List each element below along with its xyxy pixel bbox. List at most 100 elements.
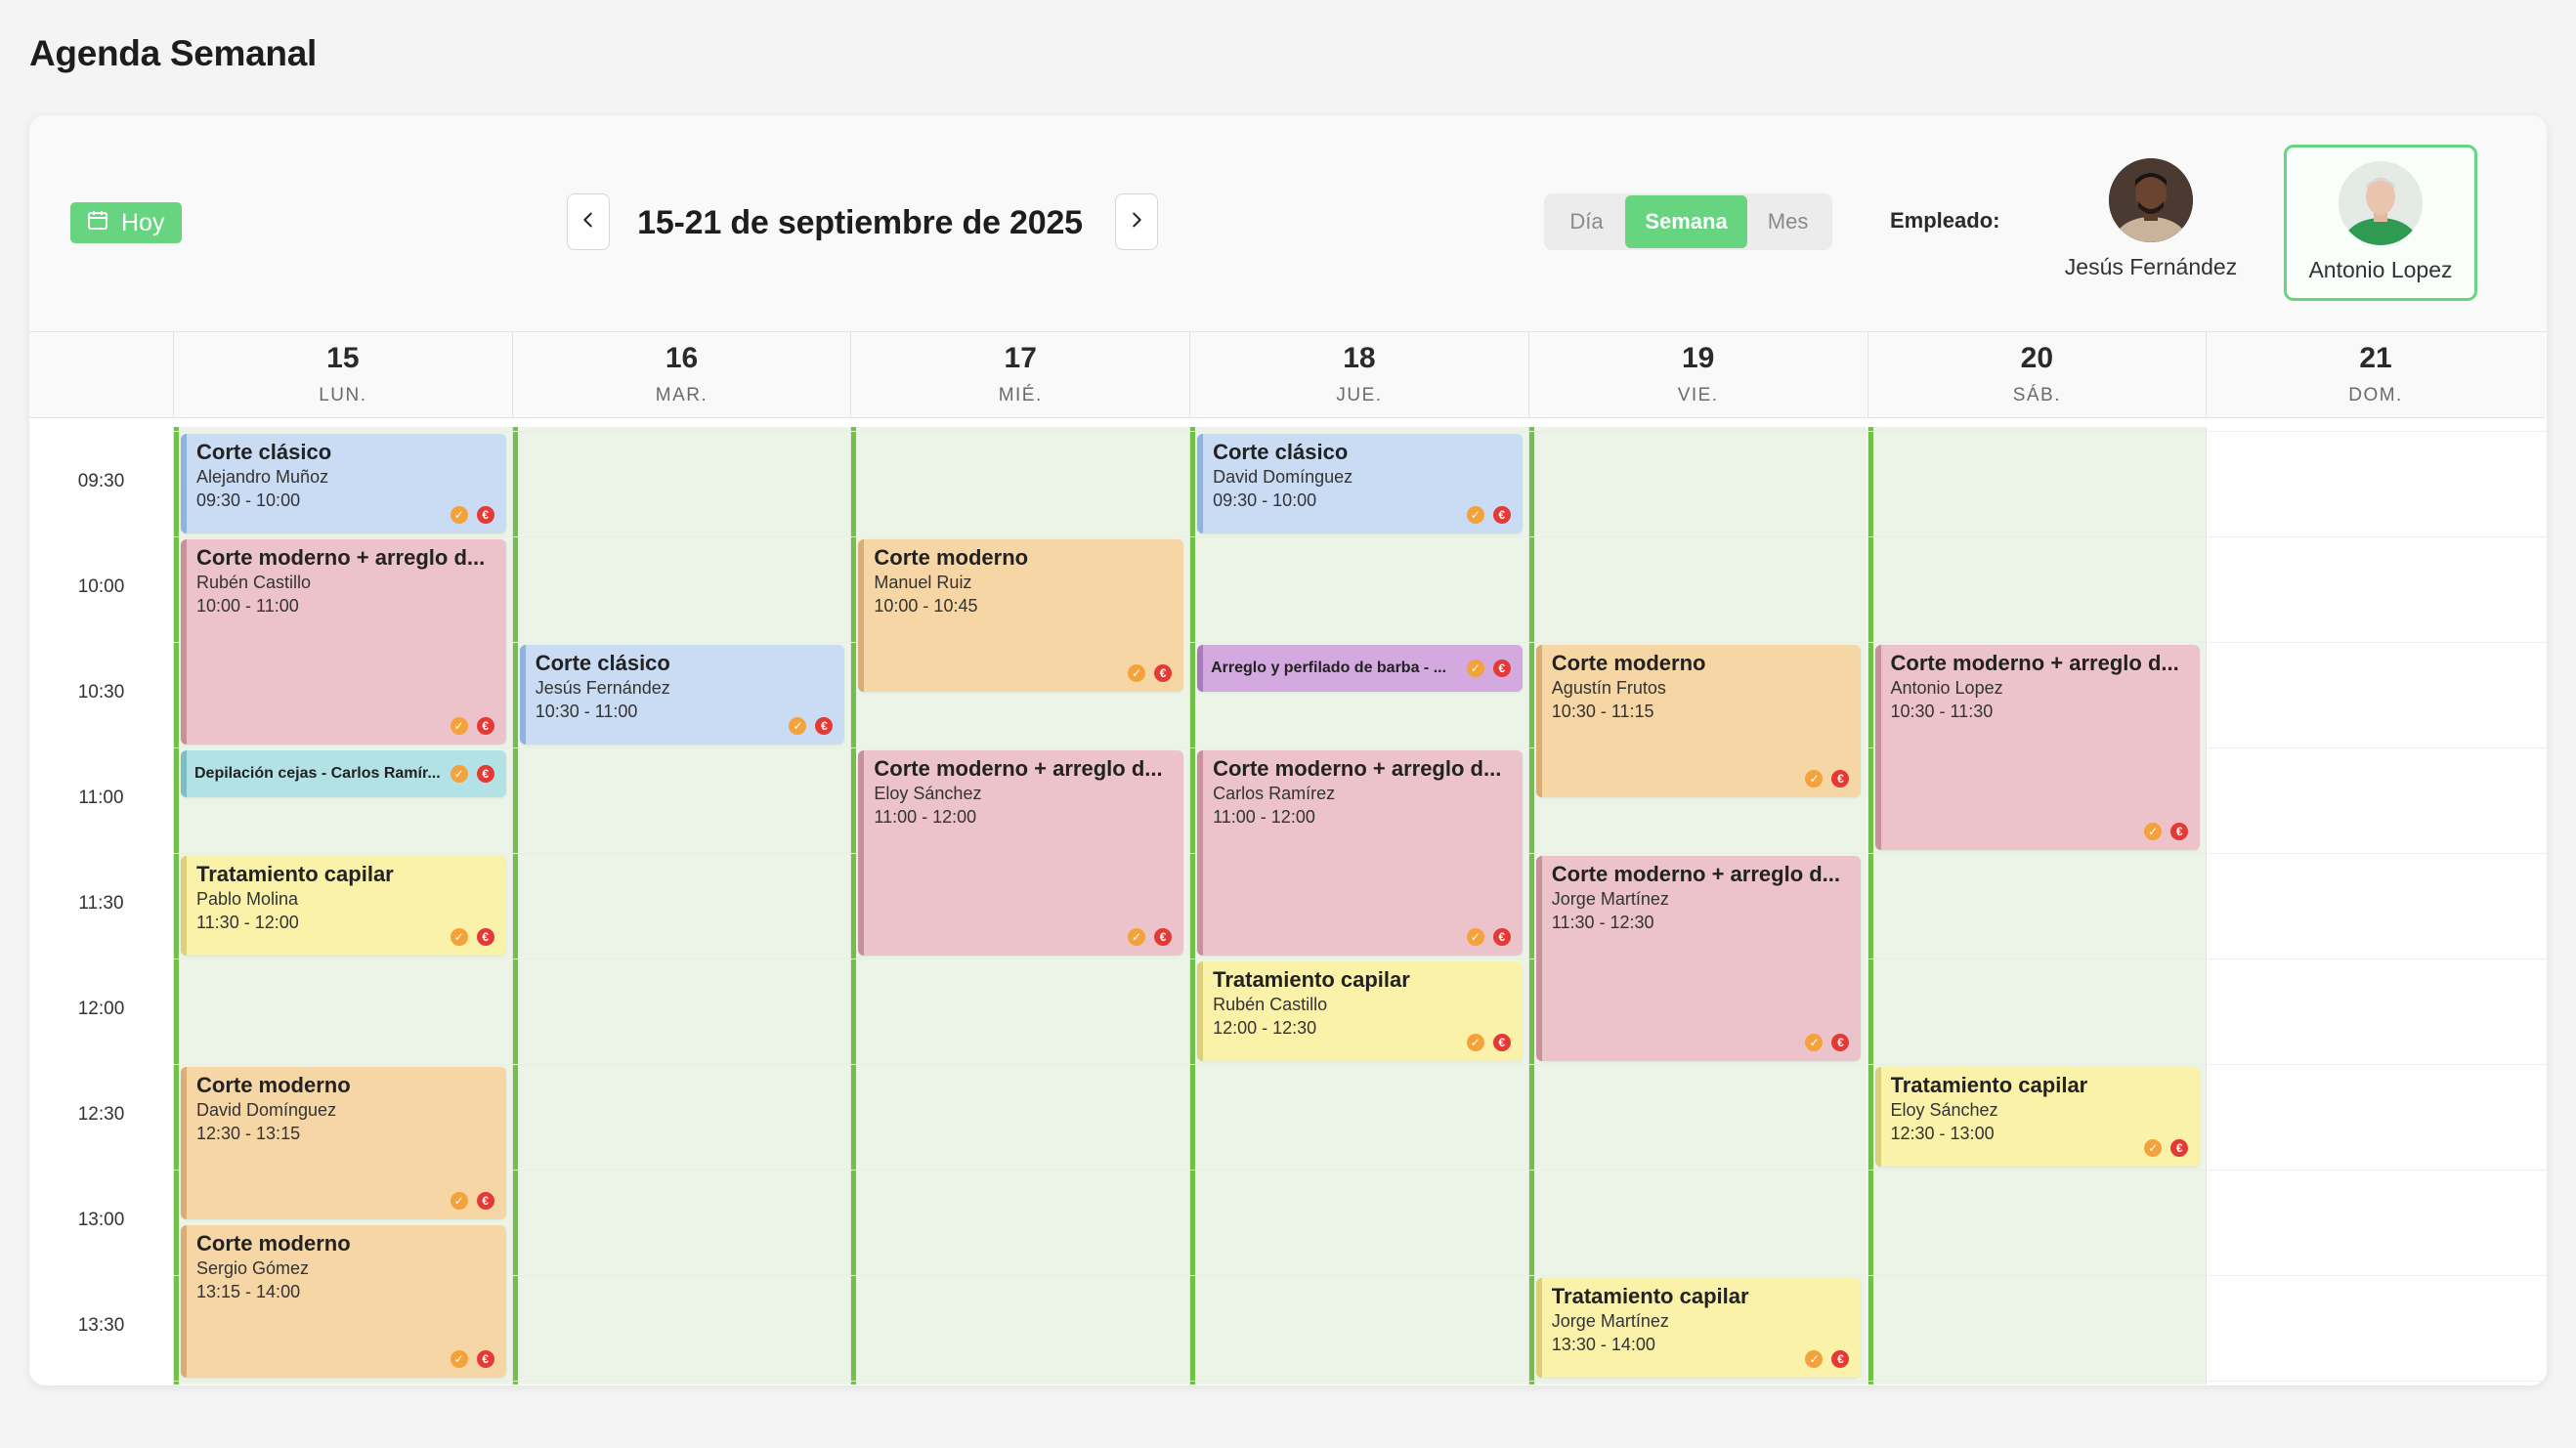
day-number: 16 <box>665 342 699 374</box>
time-label: 10:30 <box>77 682 125 703</box>
day-header-21: 21 DOM. <box>2206 332 2545 418</box>
previous-week-button[interactable] <box>567 193 610 250</box>
day-header-18: 18 JUE. <box>1189 332 1528 418</box>
appointment-status-icons: ✓ € <box>450 1350 494 1368</box>
euro-icon: € <box>2170 1139 2189 1157</box>
appointment-card[interactable]: Corte moderno + arreglo d... Jorge Martín… <box>1535 856 1862 1061</box>
view-week-button[interactable]: Semana <box>1624 195 1748 248</box>
day-name: MAR. <box>655 385 708 405</box>
appointment-status-icons: ✓ € <box>2144 823 2189 840</box>
check-circle-icon: ✓ <box>450 1350 468 1368</box>
slot-divider <box>173 642 2547 643</box>
appointment-time: 10:00 - 10:45 <box>874 596 978 616</box>
calendar-toolbar: Hoy 15-21 de septiembre de 2025 Día Sema… <box>29 115 2547 332</box>
day-column-16[interactable] <box>511 427 851 1384</box>
day-name: JUE. <box>1336 385 1383 405</box>
calendar-card: Hoy 15-21 de septiembre de 2025 Día Sema… <box>29 115 2547 1385</box>
appointment-card[interactable]: Corte moderno + arreglo d... Antonio Lope… <box>1874 645 2201 850</box>
appointment-service: Tratamiento capilar <box>196 862 394 886</box>
appointment-card[interactable]: Arreglo y perfilado de barba - ... ✓ € <box>1197 645 1523 692</box>
check-circle-icon: ✓ <box>450 506 468 524</box>
appointment-client: Carlos Ramírez <box>1213 784 1336 803</box>
appointment-status-icons: ✓ € <box>450 717 494 735</box>
euro-icon: € <box>1154 928 1173 946</box>
appointment-card[interactable]: Tratamiento capilar Jorge Martínez 13:30 -… <box>1535 1278 1862 1378</box>
appointment-status-icons: ✓ € <box>789 717 834 735</box>
check-circle-icon: ✓ <box>450 717 468 735</box>
appointment-service: Corte clásico <box>196 440 332 464</box>
time-label: 12:30 <box>77 1104 125 1125</box>
appointment-time: 11:00 - 12:00 <box>1213 807 1315 827</box>
appointment-card[interactable]: Depilación cejas - Carlos Ramír... ✓ € <box>181 750 506 797</box>
euro-icon: € <box>476 506 494 524</box>
next-week-button[interactable] <box>1115 193 1158 250</box>
today-button[interactable]: Hoy <box>70 202 182 243</box>
view-month-button[interactable]: Mes <box>1747 195 1828 248</box>
check-circle-icon: ✓ <box>1805 1034 1824 1051</box>
day-name: DOM. <box>2348 385 2403 405</box>
appointment-service: Corte moderno + arreglo d... <box>1890 651 2179 675</box>
employee-label: Empleado: <box>1890 208 2000 233</box>
appointment-time: 10:30 - 11:15 <box>1551 702 1654 721</box>
appointment-time: 10:30 - 11:30 <box>1890 702 1994 721</box>
today-label: Hoy <box>121 208 165 236</box>
euro-icon: € <box>1492 928 1511 946</box>
time-label: 11:30 <box>78 893 124 914</box>
appointment-service: Corte moderno <box>874 545 1029 570</box>
day-number: 19 <box>1681 342 1715 374</box>
appointment-status-icons: ✓ € <box>1466 928 1511 946</box>
appointment-client: Agustín Frutos <box>1551 678 1666 698</box>
appointment-service: Depilación cejas - Carlos Ramír... <box>194 765 441 782</box>
day-number: 21 <box>2359 342 2392 374</box>
appointment-card[interactable]: Corte moderno David Domínguez 12:30 - 13:1… <box>181 1067 506 1219</box>
appointment-client: David Domínguez <box>196 1100 337 1120</box>
appointment-service: Corte clásico <box>1213 440 1349 464</box>
view-switch: Día Semana Mes <box>1544 193 1832 250</box>
check-circle-icon: ✓ <box>1805 1350 1824 1368</box>
appointment-time: 13:15 - 14:00 <box>196 1282 301 1301</box>
appointment-status-icons: ✓ € <box>1128 928 1173 946</box>
euro-icon: € <box>476 1350 494 1368</box>
view-day-button[interactable]: Día <box>1548 195 1625 248</box>
slot-divider <box>173 958 2547 959</box>
check-circle-icon: ✓ <box>2144 823 2163 840</box>
employee-antonio-lopez[interactable]: Antonio Lopez <box>2284 145 2477 301</box>
appointment-status-icons: ✓ € <box>1805 1350 1850 1368</box>
appointment-status-icons: ✓ € <box>1805 770 1850 788</box>
day-column-20[interactable] <box>1867 427 2207 1384</box>
appointment-client: Alejandro Muñoz <box>196 467 329 487</box>
appointment-card[interactable]: Corte moderno + arreglo d... Rubén Castil… <box>181 539 506 745</box>
time-label: 09:30 <box>77 471 125 491</box>
appointment-card[interactable]: Tratamiento capilar Rubén Castillo 12:00 -… <box>1197 961 1523 1061</box>
appointment-card[interactable]: Corte clásico David Domínguez 09:30 - 10:0… <box>1197 434 1523 533</box>
appointment-service: Corte moderno <box>196 1073 351 1097</box>
appointment-client: Antonio Lopez <box>1890 678 2003 698</box>
appointment-status-icons: ✓ € <box>1466 1034 1511 1051</box>
day-name: LUN. <box>319 385 367 405</box>
day-header-20: 20 SÁB. <box>1867 332 2207 418</box>
appointment-card[interactable]: Corte moderno Sergio Gómez 13:15 - 14:00 ✓ € <box>181 1225 506 1378</box>
day-header-19: 19 VIE. <box>1527 332 1868 418</box>
euro-icon: € <box>2170 823 2189 840</box>
appointment-card[interactable]: Corte clásico Alejandro Muñoz 09:30 - 10:0… <box>181 434 506 533</box>
appointment-card[interactable]: Corte clásico Jesús Fernández 10:30 - 11:0… <box>519 645 845 745</box>
time-label: 12:00 <box>77 999 125 1019</box>
time-label: 13:00 <box>77 1210 125 1230</box>
check-circle-icon: ✓ <box>1805 770 1824 788</box>
appointment-status-icons: ✓ € <box>450 928 494 946</box>
day-header-15: 15 LUN. <box>173 332 512 418</box>
appointment-service: Corte moderno <box>1551 651 1706 675</box>
employee-jesus-fernandez[interactable]: Jesús Fernández <box>2054 145 2248 301</box>
day-column-21[interactable] <box>2206 427 2545 1384</box>
appointment-client: Eloy Sánchez <box>1890 1100 1998 1120</box>
appointment-card[interactable]: Corte moderno Agustín Frutos 10:30 - 11:15… <box>1535 645 1862 797</box>
appointment-card[interactable]: Corte moderno + arreglo d... Eloy Sánchez… <box>858 750 1184 956</box>
appointment-card[interactable]: Tratamiento capilar Eloy Sánchez 12:30 - 1… <box>1874 1067 2201 1167</box>
appointment-card[interactable]: Corte moderno + arreglo d... Carlos Ramír… <box>1197 750 1523 956</box>
euro-icon: € <box>476 717 494 735</box>
appointment-card[interactable]: Corte moderno Manuel Ruiz 10:00 - 10:45 ✓ € <box>858 539 1184 692</box>
appointment-card[interactable]: Tratamiento capilar Pablo Molina 11:30 - 1… <box>181 856 506 956</box>
appointment-client: David Domínguez <box>1213 467 1353 487</box>
time-label: 11:00 <box>78 788 124 808</box>
appointment-service: Tratamiento capilar <box>1213 967 1410 992</box>
